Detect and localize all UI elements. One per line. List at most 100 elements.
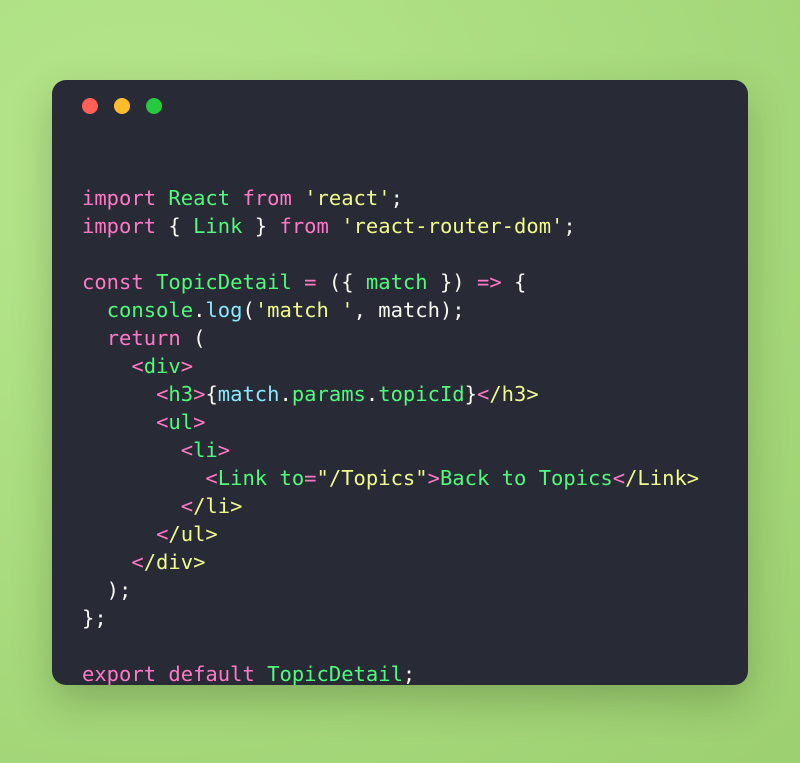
code-token: =>: [476, 270, 502, 294]
code-token: .: [365, 382, 379, 406]
code-token: return: [106, 326, 181, 350]
code-token: {: [156, 214, 194, 238]
code-token: TopicDetail: [156, 270, 292, 294]
code-line: export default TopicDetail;: [82, 660, 748, 685]
code-token: import: [82, 186, 157, 210]
code-token: (: [242, 298, 255, 322]
code-token: TopicDetail: [267, 662, 403, 685]
code-token: <: [180, 494, 194, 518]
code-token: }): [427, 270, 477, 294]
code-token: match: [217, 382, 280, 406]
code-line: <li>: [82, 436, 748, 464]
code-token: ;: [390, 186, 403, 210]
code-token: }: [464, 382, 477, 406]
code-token: >: [180, 354, 194, 378]
code-token: params: [291, 382, 366, 406]
code-token: log: [205, 298, 243, 322]
close-window-button[interactable]: [82, 98, 98, 114]
code-token: from: [242, 186, 292, 210]
code-token: <: [131, 550, 144, 574]
minimize-window-button[interactable]: [114, 98, 130, 114]
code-line: <h3>{match.params.topicId}</h3>: [82, 380, 748, 408]
code-token: <: [156, 382, 169, 406]
code-token: =: [304, 466, 317, 490]
window-titlebar: [52, 80, 748, 132]
code-token: <: [156, 410, 169, 434]
code-token: Link: [193, 214, 243, 238]
code-token: div: [143, 354, 181, 378]
code-token: >: [193, 410, 206, 434]
code-token: }: [242, 214, 280, 238]
code-token: {: [205, 382, 218, 406]
maximize-window-button[interactable]: [146, 98, 162, 114]
code-token: console: [106, 298, 194, 322]
code-token: default: [168, 662, 255, 685]
code-token: >: [427, 466, 440, 490]
code-token: <: [205, 466, 218, 490]
code-token: ;: [402, 662, 416, 685]
code-token: <: [131, 354, 144, 378]
code-token: <: [180, 438, 194, 462]
code-token: topicId: [378, 382, 465, 406]
code-token: {: [501, 270, 527, 294]
code-line: return (: [82, 324, 748, 352]
code-token: ,: [353, 298, 379, 322]
code-token: );: [82, 578, 132, 602]
code-token: from: [279, 214, 329, 238]
code-token: Back to Topics: [439, 466, 613, 490]
code-window: import React from 'react'; import { Link …: [52, 80, 748, 685]
code-token: <: [477, 382, 490, 406]
code-token: >: [217, 438, 231, 462]
code-token: ({: [316, 270, 366, 294]
code-line: console.log('match ', match);: [82, 296, 748, 324]
code-token: =: [304, 270, 317, 294]
code-token: 'match ': [254, 298, 354, 322]
code-token: ul: [168, 410, 194, 434]
code-line: );: [82, 576, 748, 604]
code-line: };: [82, 604, 748, 632]
code-line: <div>: [82, 352, 748, 380]
code-token: /li>: [193, 494, 243, 518]
code-token: ;: [563, 214, 576, 238]
code-token: <: [156, 522, 169, 546]
code-token: Link: [217, 466, 268, 490]
code-token: 'react-router-dom': [341, 214, 564, 238]
code-token: );: [439, 298, 465, 322]
code-line: import React from 'react';: [82, 184, 748, 212]
code-token: const: [82, 270, 144, 294]
code-token: 'react': [304, 186, 391, 210]
code-token: .: [279, 382, 292, 406]
code-line: </li>: [82, 492, 748, 520]
code-token: import: [82, 214, 157, 238]
code-token: /div>: [143, 550, 206, 574]
code-token: >: [193, 382, 206, 406]
code-token: match: [378, 298, 440, 322]
code-line: const TopicDetail = ({ match }) => {: [82, 268, 748, 296]
code-token: li: [193, 438, 218, 462]
code-token: h3: [168, 382, 194, 406]
code-token: .: [193, 298, 206, 322]
code-token: "/Topics": [316, 466, 428, 490]
code-token: (: [180, 326, 206, 350]
code-block[interactable]: import React from 'react'; import { Link …: [52, 132, 748, 685]
code-line: </ul>: [82, 520, 748, 548]
